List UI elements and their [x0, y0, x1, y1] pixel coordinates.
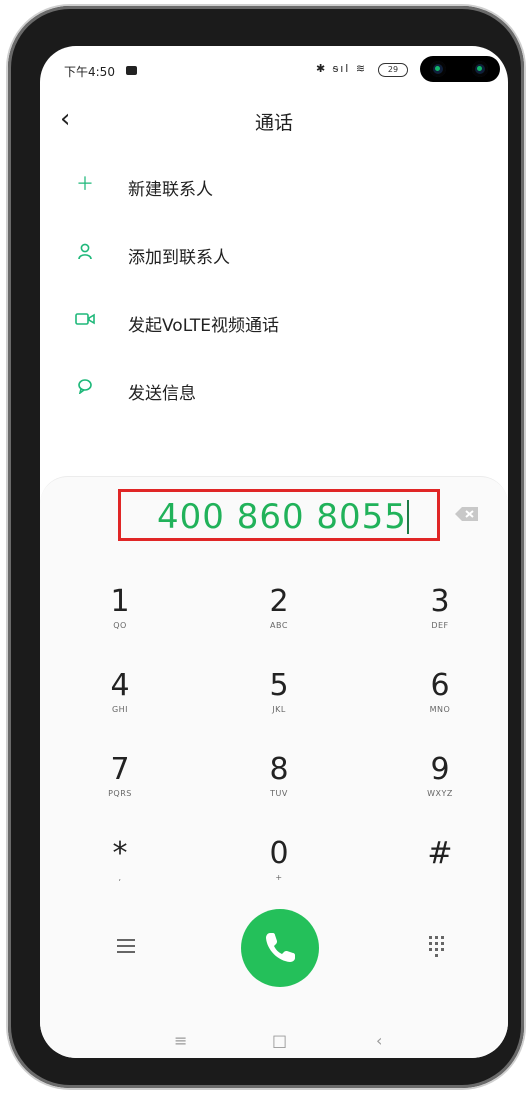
key-digit: *	[112, 836, 128, 871]
header: ‹ 通话	[40, 98, 508, 142]
number-display-highlight: 400 860 8055	[118, 489, 440, 541]
call-button[interactable]	[241, 909, 319, 987]
phone-icon	[266, 933, 295, 962]
signal-wifi-icons: ✱ ᵴıl ≋	[316, 62, 368, 75]
key-digit: 3	[430, 584, 450, 619]
person-icon	[74, 242, 96, 264]
dial-key-hash[interactable]: #	[390, 837, 490, 907]
new-contact-item[interactable]: ＋ 新建联系人	[40, 166, 508, 206]
volte-video-call-item[interactable]: 发起VoLTE视频通话	[40, 302, 508, 342]
dial-key-0[interactable]: 0 +	[229, 837, 329, 907]
front-camera-icon	[472, 61, 488, 77]
camera-cutout	[420, 56, 500, 82]
status-time: 下午4:50	[64, 65, 115, 79]
video-icon	[74, 310, 96, 332]
keypad-toggle-icon[interactable]	[427, 935, 447, 957]
key-digit: 5	[269, 668, 289, 703]
dialer-panel: 400 860 8055 1 QO 2 ABC 3 DEF 4 GHI 5 JKL 6 MN…	[40, 476, 508, 1058]
dial-key-9[interactable]: 9 WXYZ	[390, 753, 490, 823]
key-letters: DEF	[431, 621, 449, 630]
dialed-number[interactable]: 400 860 8055	[157, 497, 407, 537]
dial-key-8[interactable]: 8 TUV	[229, 753, 329, 823]
battery-icon: 29	[378, 63, 408, 77]
nav-back-icon[interactable]: ‹	[376, 1031, 382, 1050]
backspace-icon[interactable]	[454, 506, 480, 522]
key-letters: WXYZ	[427, 789, 453, 798]
message-notification-icon	[126, 66, 137, 75]
key-letters: JKL	[272, 705, 286, 714]
phone-frame: 下午4:50 ✱ ᵴıl ≋ 29 ‹ 通话 ＋ 新建联系人 添加到联系人 发起…	[8, 6, 524, 1088]
page-title: 通话	[254, 112, 293, 134]
key-letters: PQRS	[108, 789, 132, 798]
menu-item-label: 新建联系人	[128, 180, 213, 200]
key-digit: 6	[430, 668, 450, 703]
key-letters: ABC	[270, 621, 288, 630]
nav-home-icon[interactable]: □	[272, 1031, 287, 1050]
key-digit: 7	[110, 752, 130, 787]
send-message-item[interactable]: 发送信息	[40, 370, 508, 410]
front-camera-icon	[430, 61, 446, 77]
chat-bubble-icon	[74, 378, 96, 400]
status-bar: 下午4:50 ✱ ᵴıl ≋ 29	[40, 46, 508, 96]
key-letters: +	[275, 873, 283, 882]
key-letters: QO	[113, 621, 127, 630]
key-digit: 8	[269, 752, 289, 787]
dial-key-4[interactable]: 4 GHI	[70, 669, 170, 739]
menu-item-label: 发送信息	[128, 384, 196, 404]
menu-item-label: 添加到联系人	[128, 248, 230, 268]
key-digit: 0	[269, 836, 289, 871]
dial-key-star[interactable]: *,	[70, 837, 170, 907]
menu-lines-icon[interactable]	[117, 939, 135, 953]
key-letters: GHI	[111, 705, 129, 714]
screen: 下午4:50 ✱ ᵴıl ≋ 29 ‹ 通话 ＋ 新建联系人 添加到联系人 发起…	[40, 46, 508, 1058]
add-to-contacts-item[interactable]: 添加到联系人	[40, 234, 508, 274]
dial-key-5[interactable]: 5 JKL	[229, 669, 329, 739]
key-digit: 9	[430, 752, 450, 787]
system-nav-bar: ≡ □ ‹	[40, 1027, 508, 1058]
key-digit: #	[427, 836, 453, 871]
dial-key-3[interactable]: 3 DEF	[390, 585, 490, 655]
dial-key-6[interactable]: 6 MNO	[390, 669, 490, 739]
key-letters: MNO	[429, 705, 451, 714]
dial-key-7[interactable]: 7 PQRS	[70, 753, 170, 823]
key-digit: 1	[110, 584, 130, 619]
key-letters: TUV	[270, 789, 288, 798]
key-letters: ,	[118, 873, 122, 882]
key-digit: 4	[110, 668, 130, 703]
dial-key-1[interactable]: 1 QO	[70, 585, 170, 655]
plus-icon: ＋	[76, 174, 94, 195]
key-digit: 2	[269, 584, 289, 619]
text-cursor	[407, 500, 409, 534]
nav-menu-icon[interactable]: ≡	[174, 1031, 187, 1050]
dial-key-2[interactable]: 2 ABC	[229, 585, 329, 655]
menu-item-label: 发起VoLTE视频通话	[128, 316, 279, 336]
